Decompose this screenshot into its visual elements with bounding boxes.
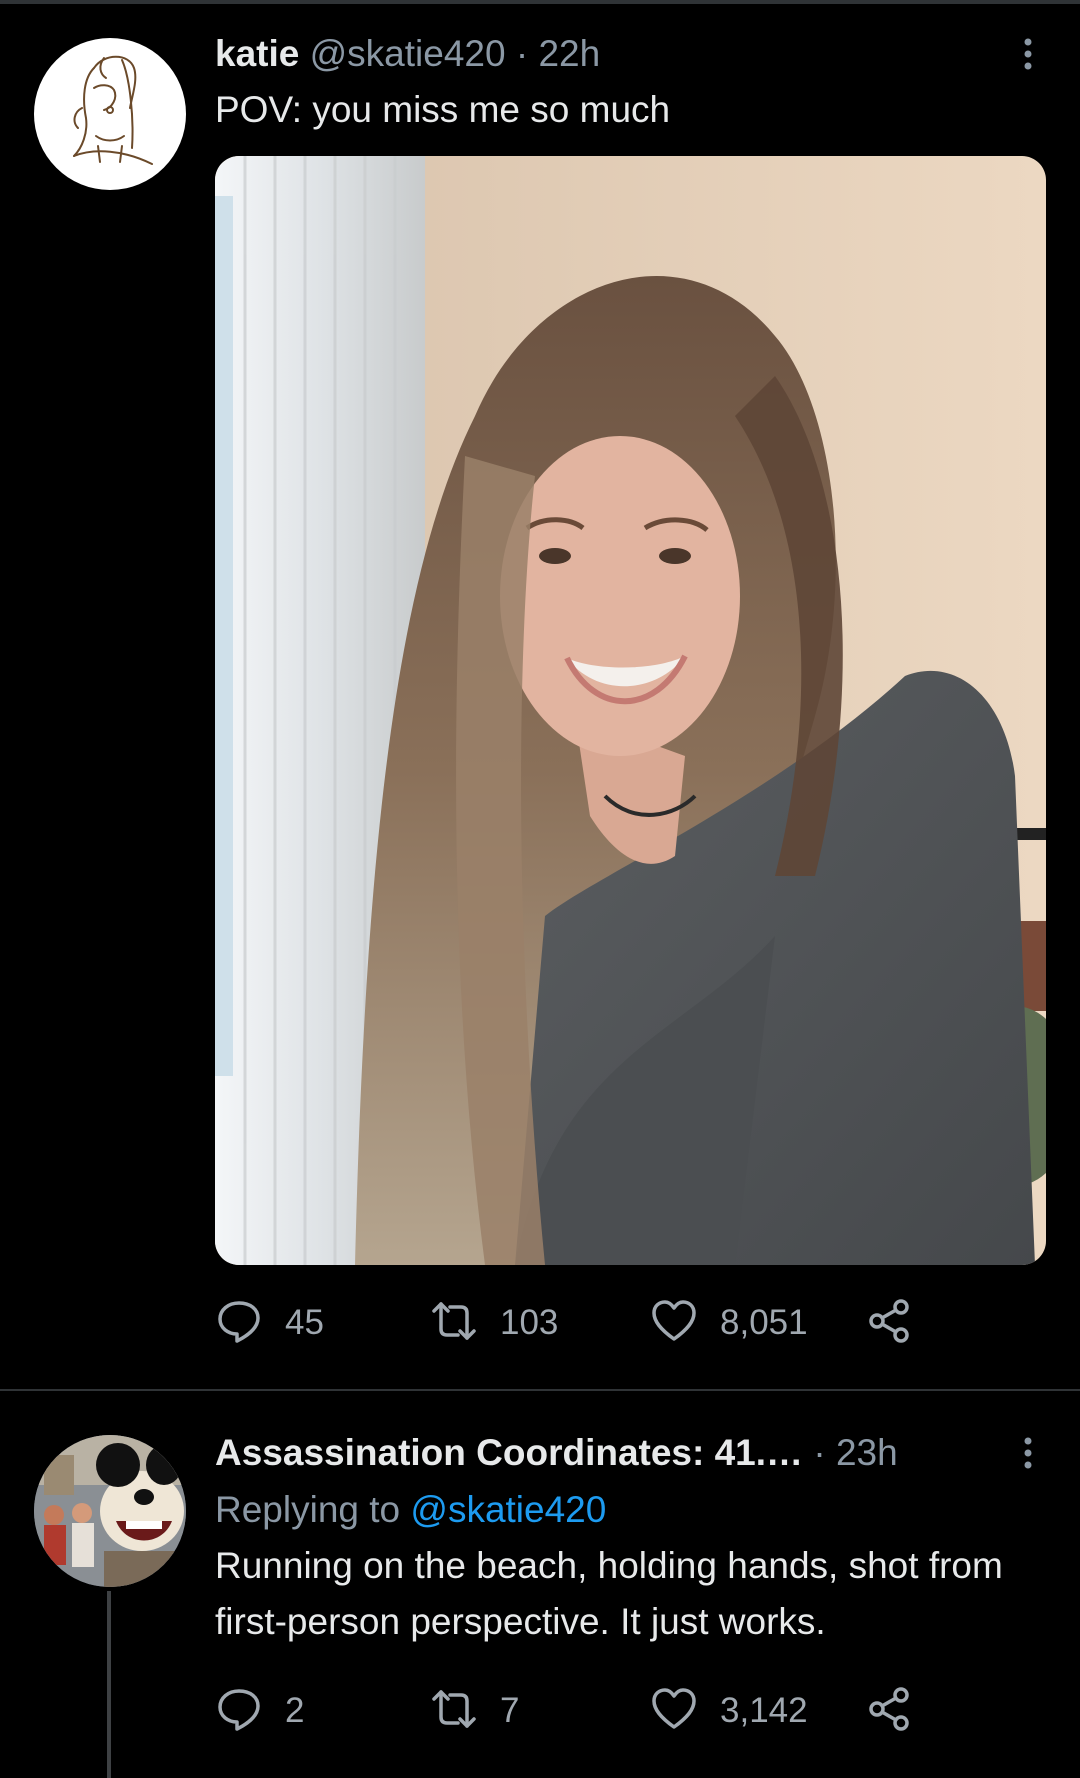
tweet-actions: 2 7 3,142	[215, 1681, 915, 1741]
share-icon	[865, 1685, 913, 1738]
retweet-icon	[430, 1297, 478, 1350]
like-count: 8,051	[720, 1303, 808, 1342]
share-button[interactable]	[865, 1293, 913, 1353]
tweet-text: Running on the beach, holding hands, sho…	[215, 1545, 1003, 1642]
tweet-katie[interactable]: katie @skatie420 · 22h POV: you miss me …	[0, 0, 1080, 1390]
reply-button[interactable]: 45	[215, 1293, 324, 1353]
more-options-icon[interactable]	[1018, 1433, 1038, 1473]
timeline: katie @skatie420 · 22h POV: you miss me …	[0, 0, 1080, 1778]
replying-label: Replying to	[215, 1489, 401, 1530]
share-icon	[865, 1297, 913, 1350]
more-options-icon[interactable]	[1018, 34, 1038, 74]
timestamp[interactable]: 23h	[836, 1432, 898, 1473]
avatar-image	[34, 1435, 186, 1587]
retweet-button[interactable]: 7	[430, 1681, 519, 1741]
display-name[interactable]: katie	[215, 33, 299, 74]
retweet-count: 103	[500, 1303, 559, 1342]
like-button[interactable]: 8,051	[650, 1293, 808, 1353]
avatar[interactable]	[34, 38, 186, 190]
avatar[interactable]	[34, 1435, 186, 1587]
reply-count: 2	[285, 1691, 305, 1730]
tweet-photo[interactable]	[215, 156, 1046, 1265]
tweet-reply[interactable]: Assassination Coordinates: 41.… · 23h Re…	[0, 1391, 1080, 1778]
handle[interactable]: @skatie420	[310, 33, 506, 74]
heart-icon	[650, 1685, 698, 1738]
separator: ·	[813, 1432, 826, 1473]
retweet-button[interactable]: 103	[430, 1293, 558, 1353]
tweet-actions: 45 103 8,051	[215, 1293, 915, 1353]
avatar-drawing	[73, 55, 153, 165]
reply-button[interactable]: 2	[215, 1681, 304, 1741]
heart-icon	[650, 1297, 698, 1350]
timestamp[interactable]: 22h	[538, 33, 600, 74]
retweet-icon	[430, 1685, 478, 1738]
display-name[interactable]: Assassination Coordinates: 41.…	[215, 1432, 803, 1473]
reply-icon	[215, 1685, 263, 1738]
thread-line	[107, 1591, 111, 1778]
tweet-header: Assassination Coordinates: 41.… · 23h	[215, 1431, 898, 1475]
tweet-header: katie @skatie420 · 22h	[215, 32, 600, 76]
retweet-count: 7	[500, 1691, 520, 1730]
replying-to: Replying to @skatie420	[215, 1487, 606, 1533]
share-button[interactable]	[865, 1681, 913, 1741]
replying-mention[interactable]: @skatie420	[410, 1489, 606, 1530]
like-button[interactable]: 3,142	[650, 1681, 808, 1741]
selfie-image	[215, 156, 1046, 1265]
separator: ·	[515, 33, 529, 74]
like-count: 3,142	[720, 1691, 808, 1730]
reply-icon	[215, 1297, 263, 1350]
reply-count: 45	[285, 1303, 324, 1342]
tweet-text: POV: you miss me so much	[215, 89, 671, 130]
